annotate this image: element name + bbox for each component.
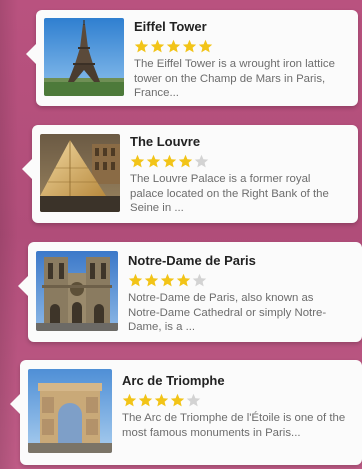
place-description: Notre-Dame de Paris, also known as Notre… (128, 292, 327, 333)
notre-dame-image (36, 251, 118, 331)
star-filled-icon (182, 39, 197, 52)
star-filled-icon (134, 39, 149, 52)
star-filled-icon (144, 273, 159, 286)
louvre-pyramid-image (40, 134, 120, 212)
star-filled-icon (170, 393, 185, 406)
star-filled-icon (198, 39, 213, 52)
star-filled-icon (166, 39, 181, 52)
star-filled-icon (162, 154, 177, 167)
star-empty-icon (192, 273, 207, 286)
star-empty-icon (186, 393, 201, 406)
star-rating (134, 38, 344, 54)
eiffel-tower-image (44, 18, 124, 96)
place-card-notre-dame[interactable]: Notre-Dame de Paris Notre-Dame de Paris,… (18, 242, 362, 342)
star-filled-icon (178, 154, 193, 167)
star-filled-icon (122, 393, 137, 406)
arc-de-triomphe-image (28, 369, 112, 453)
place-title: Eiffel Tower (134, 19, 207, 34)
star-rating (130, 153, 344, 169)
place-title: Notre-Dame de Paris (128, 253, 256, 268)
place-title: Arc de Triomphe (122, 373, 225, 388)
place-description: The Eiffel Tower is a wrought iron latti… (134, 58, 335, 99)
star-filled-icon (130, 154, 145, 167)
star-rating (128, 272, 348, 288)
star-filled-icon (160, 273, 175, 286)
place-card-louvre[interactable]: The Louvre The Louvre Palace is a former… (22, 125, 358, 223)
star-rating (122, 392, 348, 408)
place-title: The Louvre (130, 134, 201, 149)
star-filled-icon (176, 273, 191, 286)
star-filled-icon (154, 393, 169, 406)
place-card-eiffel-tower[interactable]: Eiffel Tower The Eiffel Tower is a wroug… (26, 10, 358, 106)
star-filled-icon (128, 273, 143, 286)
star-filled-icon (150, 39, 165, 52)
star-empty-icon (194, 154, 209, 167)
place-description: The Louvre Palace is a former royal pala… (130, 173, 329, 214)
place-description: The Arc de Triomphe de l'Étoile is one o… (122, 412, 346, 439)
star-filled-icon (138, 393, 153, 406)
star-filled-icon (146, 154, 161, 167)
place-card-arc-de-triomphe[interactable]: Arc de Triomphe The Arc de Triomphe de l… (10, 360, 362, 465)
